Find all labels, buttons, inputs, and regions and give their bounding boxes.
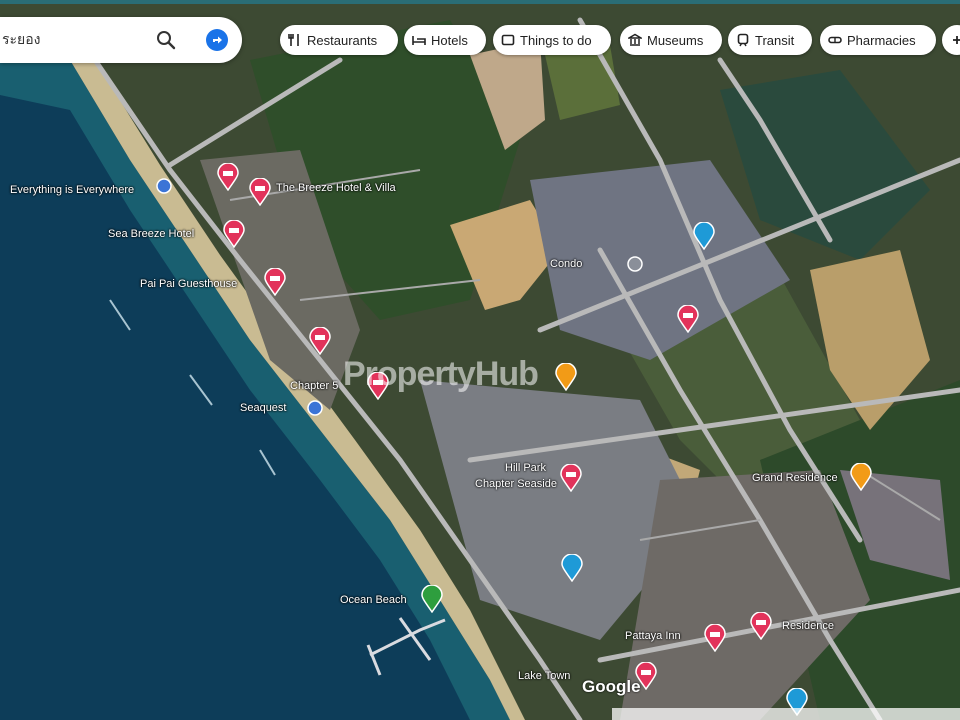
map-label[interactable]: Everything is Everywhere <box>10 184 134 196</box>
top-strip <box>0 0 960 4</box>
map-label[interactable]: Pattaya Inn <box>625 630 681 642</box>
place-pin-icon[interactable] <box>561 554 583 582</box>
watermark: PropertyHub <box>343 355 539 393</box>
map-label[interactable]: The Breeze Hotel & Villa <box>276 182 396 194</box>
small-place-icon[interactable] <box>307 400 323 416</box>
map-label[interactable]: Grand Residence <box>752 472 838 484</box>
shopping-pin-icon[interactable] <box>850 463 872 491</box>
map-label[interactable]: Ocean Beach <box>340 594 407 606</box>
search-box[interactable] <box>0 17 242 63</box>
map-label[interactable]: Pai Pai Guesthouse <box>140 278 237 290</box>
more-icon <box>953 36 960 44</box>
hotel-pin-icon[interactable] <box>309 327 331 355</box>
hotel-pin-icon[interactable] <box>249 178 271 206</box>
google-logo: Google <box>582 677 641 696</box>
chip-pharmacies[interactable]: Pharmacies <box>820 25 936 55</box>
chip-hotels[interactable]: Hotels <box>404 25 486 55</box>
fork-knife-icon <box>288 34 299 46</box>
chip-label: Pharmacies <box>847 32 916 48</box>
attribution-bar <box>612 708 960 720</box>
small-place-icon[interactable] <box>627 256 643 272</box>
search-icon[interactable] <box>154 28 178 52</box>
hotel-pin-icon[interactable] <box>223 220 245 248</box>
small-place-icon[interactable] <box>156 178 172 194</box>
train-icon <box>737 33 749 47</box>
hotel-pin-icon[interactable] <box>217 163 239 191</box>
map-label[interactable]: Seaquest <box>240 402 286 414</box>
map-label[interactable]: Chapter 5 <box>290 380 338 392</box>
map-label[interactable]: Chapter Seaside <box>475 478 557 490</box>
map-label[interactable]: Sea Breeze Hotel <box>108 228 194 240</box>
hotel-pin-icon[interactable] <box>704 624 726 652</box>
hotel-pin-icon[interactable] <box>677 305 699 333</box>
chip-label: Museums <box>647 32 704 48</box>
ticket-icon <box>501 34 515 46</box>
search-input[interactable] <box>0 31 144 49</box>
directions-icon[interactable] <box>205 28 229 52</box>
map-label[interactable]: Residence <box>782 620 834 632</box>
chip-transit[interactable]: Transit <box>728 25 812 55</box>
hotel-pin-icon[interactable] <box>750 612 772 640</box>
chip-label: Hotels <box>431 32 468 48</box>
chip-restaurants[interactable]: Restaurants <box>280 25 398 55</box>
hotel-pin-icon[interactable] <box>560 464 582 492</box>
chip-label: Things to do <box>520 32 592 48</box>
chip-things-to-do[interactable]: Things to do <box>493 25 611 55</box>
pill-icon <box>828 36 842 44</box>
bed-icon <box>412 36 426 45</box>
map-label[interactable]: Condo <box>550 258 582 270</box>
chip-museums[interactable]: Museums <box>620 25 722 55</box>
map-label[interactable]: Lake Town <box>518 670 570 682</box>
chip-label: Transit <box>755 32 795 48</box>
map-label[interactable]: Hill Park <box>505 462 546 474</box>
museum-icon <box>628 33 642 46</box>
park-pin-icon[interactable] <box>421 585 443 613</box>
shopping-pin-icon[interactable] <box>555 363 577 391</box>
chip-label: Restaurants <box>307 32 378 48</box>
hotel-pin-icon[interactable] <box>264 268 286 296</box>
place-pin-icon[interactable] <box>693 222 715 250</box>
